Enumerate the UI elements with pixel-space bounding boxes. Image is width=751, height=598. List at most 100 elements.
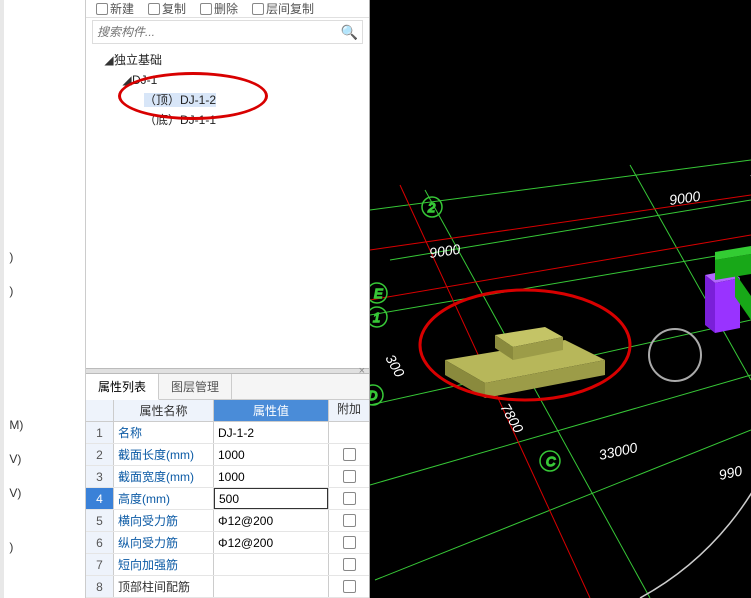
property-name[interactable]: 短向加强筋: [114, 554, 214, 575]
stub-label: V): [9, 442, 23, 476]
row-number: 5: [86, 510, 114, 531]
search-input[interactable]: [97, 25, 341, 39]
extra-checkbox[interactable]: [343, 470, 356, 483]
property-name[interactable]: 截面长度(mm): [114, 444, 214, 465]
property-value[interactable]: DJ-1-2: [214, 422, 329, 443]
row-number: 4: [86, 488, 114, 509]
dimension-text: 990: [717, 462, 743, 483]
row-number: 7: [86, 554, 114, 575]
property-value[interactable]: [214, 554, 329, 575]
extra-checkbox[interactable]: [343, 580, 356, 593]
extra-checkbox[interactable]: [343, 448, 356, 461]
extra-checkbox[interactable]: [343, 536, 356, 549]
property-row[interactable]: 8顶部柱间配筋: [86, 576, 369, 598]
tree-leaf1-label: （顶）DJ-1-2: [144, 93, 216, 107]
header-value: 属性值: [214, 400, 329, 421]
axis-label: D: [370, 388, 377, 403]
search-row: 🔍: [92, 20, 363, 44]
tree-leaf[interactable]: （顶）DJ-1-2: [94, 90, 361, 110]
property-name[interactable]: 高度(mm): [114, 488, 214, 509]
stub-label: V): [9, 476, 23, 510]
tree-leaf2-label: （底）DJ-1-1: [144, 113, 216, 127]
search-icon[interactable]: 🔍: [341, 24, 358, 41]
delete-button[interactable]: 删除: [200, 0, 238, 17]
row-number: 1: [86, 422, 114, 443]
dimension-text: 300: [382, 352, 408, 380]
dimension-text: 9000: [428, 241, 461, 261]
foundation-model[interactable]: [445, 327, 605, 398]
property-row[interactable]: 3截面宽度(mm)1000: [86, 466, 369, 488]
extra-checkbox[interactable]: [343, 558, 356, 571]
property-extra: [329, 532, 369, 553]
stub-label: ): [9, 530, 23, 564]
property-row[interactable]: 5横向受力筋Φ12@200: [86, 510, 369, 532]
tab-properties[interactable]: 属性列表: [86, 374, 159, 400]
delete-label: 删除: [214, 0, 238, 17]
copy-label: 复制: [162, 0, 186, 17]
dimension-text: 7800: [497, 401, 527, 436]
stub-label: ): [9, 274, 23, 308]
property-extra: [329, 488, 369, 509]
property-name[interactable]: 截面宽度(mm): [114, 466, 214, 487]
component-toolbar: 新建 复制 删除 层间复制: [86, 0, 369, 18]
property-name[interactable]: 名称: [114, 422, 214, 443]
property-value[interactable]: 1000: [214, 466, 329, 487]
property-extra: [329, 576, 369, 597]
row-number: 3: [86, 466, 114, 487]
property-value-input[interactable]: [214, 488, 328, 509]
tree-child-label: DJ-1: [132, 73, 157, 87]
tree-leaf[interactable]: （底）DJ-1-1: [94, 110, 361, 130]
property-extra: [329, 554, 369, 575]
caret-down-icon[interactable]: ◢: [122, 70, 132, 90]
interlayer-copy-button[interactable]: 层间复制: [252, 0, 314, 17]
copy-button[interactable]: 复制: [148, 0, 186, 17]
property-row[interactable]: 6纵向受力筋Φ12@200: [86, 532, 369, 554]
header-name: 属性名称: [114, 400, 214, 421]
component-panel: 新建 复制 删除 层间复制 🔍 ◢独立基础 ◢DJ-1 （顶）DJ-1-2 （底…: [86, 0, 370, 598]
extra-checkbox[interactable]: [343, 492, 356, 505]
property-row[interactable]: 4高度(mm): [86, 488, 369, 510]
caret-down-icon[interactable]: ◢: [104, 50, 114, 70]
3d-viewport[interactable]: 2 E 1 D C 9000 9000 300 7800 33000 990: [370, 0, 751, 598]
stub-label: M): [9, 408, 23, 442]
property-value[interactable]: Φ12@200: [214, 532, 329, 553]
property-extra: [329, 444, 369, 465]
property-name[interactable]: 纵向受力筋: [114, 532, 214, 553]
header-extra: 附加: [329, 400, 369, 421]
property-value[interactable]: [214, 576, 329, 597]
property-value[interactable]: [214, 488, 329, 509]
new-button[interactable]: 新建: [96, 0, 134, 17]
property-value[interactable]: 1000: [214, 444, 329, 465]
left-panel-stub: ) ) M) V) V) ): [0, 0, 86, 598]
row-number: 8: [86, 576, 114, 597]
new-label: 新建: [110, 0, 134, 17]
tree-root-label: 独立基础: [114, 53, 162, 67]
row-number: 2: [86, 444, 114, 465]
interlayer-label: 层间复制: [266, 0, 314, 17]
property-extra: [329, 510, 369, 531]
dimension-text: 33000: [597, 439, 639, 463]
axis-label: 2: [427, 200, 436, 215]
component-tree[interactable]: ◢独立基础 ◢DJ-1 （顶）DJ-1-2 （底）DJ-1-1: [86, 46, 369, 368]
property-name[interactable]: 横向受力筋: [114, 510, 214, 531]
column-model[interactable]: [705, 270, 740, 333]
property-name[interactable]: 顶部柱间配筋: [114, 576, 214, 597]
dimension-text: 9000: [668, 188, 701, 208]
axis-label: C: [546, 454, 556, 469]
tree-root[interactable]: ◢独立基础: [94, 50, 361, 70]
property-header: 属性名称 属性值 附加: [86, 400, 369, 422]
property-row[interactable]: 1名称DJ-1-2: [86, 422, 369, 444]
property-row[interactable]: 2截面长度(mm)1000: [86, 444, 369, 466]
panel-splitter[interactable]: [86, 368, 369, 374]
axis-label: 1: [373, 310, 380, 325]
property-value[interactable]: Φ12@200: [214, 510, 329, 531]
tab-layers[interactable]: 图层管理: [159, 374, 232, 399]
extra-checkbox[interactable]: [343, 514, 356, 527]
stub-label: ): [9, 240, 23, 274]
property-extra: [329, 422, 369, 443]
property-tabs: 属性列表 图层管理: [86, 374, 369, 400]
row-number: 6: [86, 532, 114, 553]
property-row[interactable]: 7短向加强筋: [86, 554, 369, 576]
tree-child[interactable]: ◢DJ-1: [94, 70, 361, 90]
property-extra: [329, 466, 369, 487]
